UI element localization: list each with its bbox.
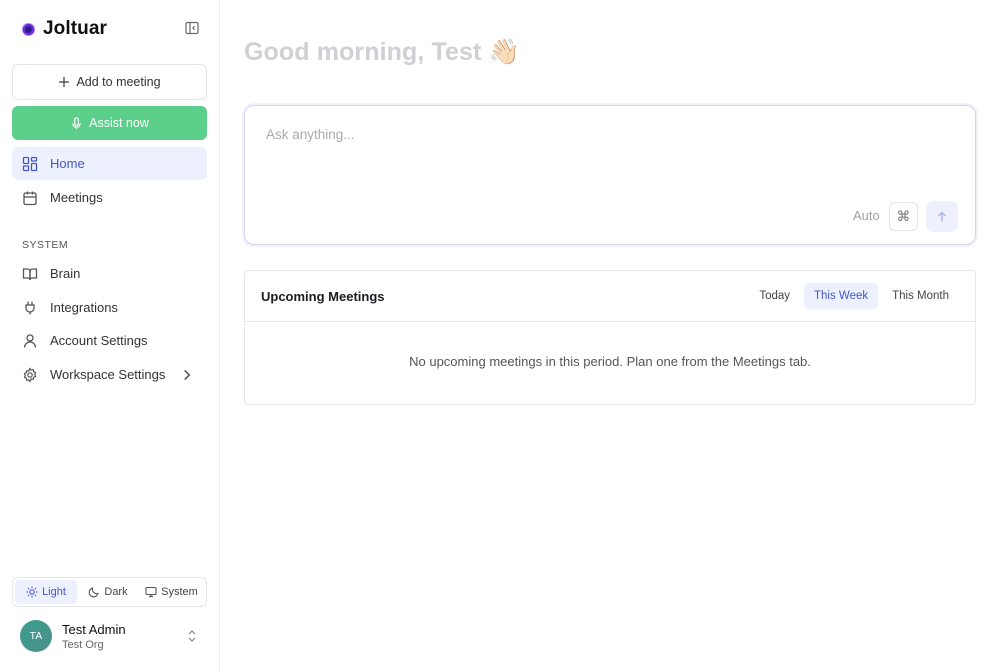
sidebar: Joltuar Add to meeting Assist now Home M… — [0, 0, 220, 672]
app-name: Joltuar — [43, 18, 108, 39]
assist-now-button[interactable]: Assist now — [12, 106, 207, 140]
sidebar-item-label: Workspace Settings — [50, 367, 166, 382]
plus-icon — [59, 77, 70, 87]
theme-option-light[interactable]: Light — [15, 580, 77, 604]
ask-input[interactable]: Ask anything... — [266, 127, 355, 142]
assist-now-label: Assist now — [89, 116, 149, 130]
sidebar-item-label: Home — [50, 156, 85, 171]
sidebar-item-home[interactable]: Home — [12, 147, 207, 180]
section-label-system: SYSTEM — [22, 239, 69, 251]
upcoming-meetings-title: Upcoming Meetings — [261, 289, 385, 304]
logo-icon — [22, 22, 35, 36]
model-mode-selector[interactable]: Auto — [853, 208, 880, 223]
user-menu[interactable]: TA Test Admin Test Org — [20, 619, 200, 653]
user-org: Test Org — [62, 638, 104, 651]
theme-option-label: Light — [42, 586, 66, 598]
chevron-up-down-icon — [188, 630, 196, 642]
calendar-icon — [23, 191, 37, 205]
gear-icon — [23, 366, 37, 383]
moon-icon — [89, 587, 100, 598]
add-to-meeting-button[interactable]: Add to meeting — [12, 64, 207, 100]
tab-this-week[interactable]: This Week — [804, 283, 879, 309]
grid-icon — [22, 156, 38, 171]
empty-state-text: No upcoming meetings in this period. Pla… — [409, 354, 811, 369]
user-icon — [23, 333, 37, 348]
avatar: TA — [20, 620, 52, 652]
sidebar-item-label: Brain — [50, 266, 81, 281]
sidebar-item-label: Account Settings — [50, 333, 148, 348]
sidebar-item-label: Meetings — [50, 190, 103, 205]
sidebar-item-account-settings[interactable]: Account Settings — [12, 324, 207, 357]
upcoming-meetings-panel: Upcoming Meetings Today This Week This M… — [244, 270, 976, 405]
send-button[interactable] — [926, 201, 958, 232]
chevron-right-icon — [184, 369, 191, 381]
sidebar-item-integrations[interactable]: Integrations — [12, 291, 207, 324]
plug-icon — [25, 301, 35, 314]
tab-today[interactable]: Today — [749, 283, 800, 309]
user-name: Test Admin — [62, 621, 126, 637]
microphone-icon — [72, 116, 81, 129]
theme-switcher: Light Dark System — [12, 577, 207, 607]
command-button[interactable]: ⌘ — [889, 202, 918, 231]
upcoming-meetings-header: Upcoming Meetings Today This Week This M… — [245, 271, 975, 322]
sidebar-item-brain[interactable]: Brain — [12, 257, 207, 290]
theme-option-label: System — [161, 586, 198, 598]
monitor-icon — [145, 586, 157, 598]
main-content: Good morning, Test 👋🏻 Ask anything... Au… — [220, 0, 1000, 672]
sidebar-item-meetings[interactable]: Meetings — [12, 181, 207, 214]
greeting-title: Good morning, Test 👋🏻 — [244, 38, 520, 66]
book-icon — [22, 267, 38, 280]
sidebar-collapse-icon[interactable] — [185, 21, 199, 35]
brand[interactable]: Joltuar — [22, 18, 107, 40]
theme-option-system[interactable]: System — [139, 580, 204, 604]
ask-box[interactable]: Ask anything... Auto ⌘ — [244, 105, 976, 245]
add-to-meeting-label: Add to meeting — [76, 75, 161, 89]
sidebar-item-label: Integrations — [50, 300, 118, 315]
period-tabs: Today This Week This Month — [749, 283, 959, 309]
theme-option-label: Dark — [104, 586, 128, 598]
sun-icon — [26, 586, 38, 598]
sidebar-item-workspace-settings[interactable]: Workspace Settings — [12, 358, 207, 391]
tab-this-month[interactable]: This Month — [882, 283, 959, 309]
arrow-up-icon — [938, 211, 946, 221]
theme-option-dark[interactable]: Dark — [79, 580, 137, 604]
